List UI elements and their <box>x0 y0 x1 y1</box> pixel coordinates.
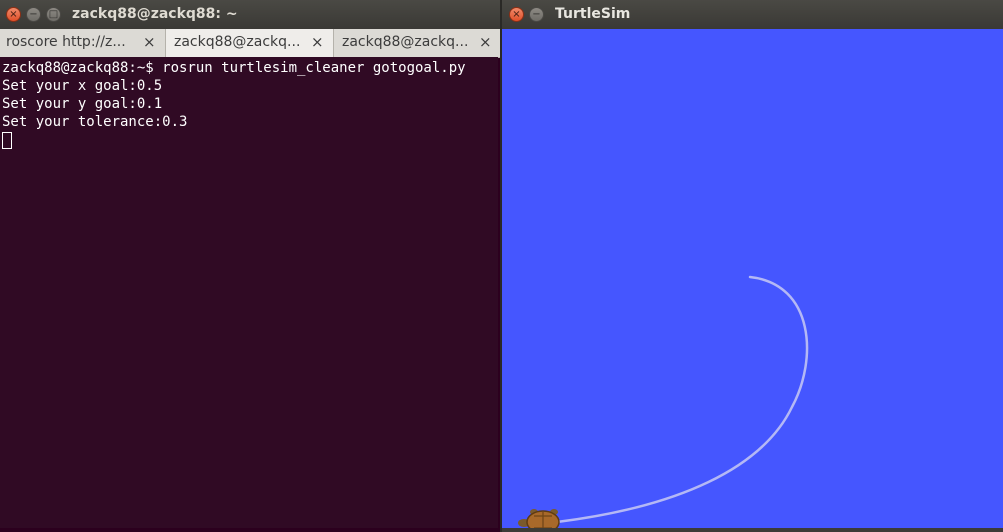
close-window-button[interactable]: × <box>509 7 524 22</box>
tab-label: zackq88@zackq... <box>174 34 301 50</box>
terminal-output-line: Set your y goal:0.1 <box>2 96 163 112</box>
tab-bar: roscore http://z... × zackq88@zackq... ×… <box>0 29 500 58</box>
tab-label: roscore http://z... <box>6 34 126 50</box>
tab-shell[interactable]: zackq88@zackq... × <box>334 29 500 57</box>
minimize-icon: − <box>532 8 541 20</box>
tab-active-shell[interactable]: zackq88@zackq... × <box>166 29 334 57</box>
tab-roscore[interactable]: roscore http://z... × <box>0 29 166 57</box>
maximize-window-button[interactable]: □ <box>46 7 61 22</box>
terminal-titlebar[interactable]: × − □ zackq88@zackq88: ~ <box>0 0 500 29</box>
terminal-output[interactable]: zackq88@zackq88:~$ rosrun turtlesim_clea… <box>0 57 498 528</box>
turtlesim-canvas <box>502 29 1003 528</box>
terminal-command-line: zackq88@zackq88:~$ rosrun turtlesim_clea… <box>2 60 466 76</box>
tab-close-icon[interactable]: × <box>143 33 156 51</box>
close-icon: × <box>512 8 521 20</box>
window-title: TurtleSim <box>555 6 631 22</box>
close-window-button[interactable]: × <box>6 7 21 22</box>
window-title: zackq88@zackq88: ~ <box>72 6 238 22</box>
close-icon: × <box>9 8 18 20</box>
minimize-window-button[interactable]: − <box>529 7 544 22</box>
tab-close-icon[interactable]: × <box>479 33 492 51</box>
minimize-window-button[interactable]: − <box>26 7 41 22</box>
turtlesim-window: × − TurtleSim <box>502 0 1003 532</box>
terminal-output-line: Set your tolerance:0.3 <box>2 114 188 130</box>
terminal-window: × − □ zackq88@zackq88: ~ roscore http://… <box>0 0 500 532</box>
minimize-icon: − <box>29 8 38 20</box>
maximize-icon: □ <box>48 8 59 20</box>
terminal-output-line: Set your x goal:0.5 <box>2 78 163 94</box>
tab-close-icon[interactable]: × <box>311 33 324 51</box>
tab-label: zackq88@zackq... <box>342 34 468 50</box>
text-cursor <box>2 132 12 149</box>
turtlesim-titlebar[interactable]: × − TurtleSim <box>502 0 1003 29</box>
